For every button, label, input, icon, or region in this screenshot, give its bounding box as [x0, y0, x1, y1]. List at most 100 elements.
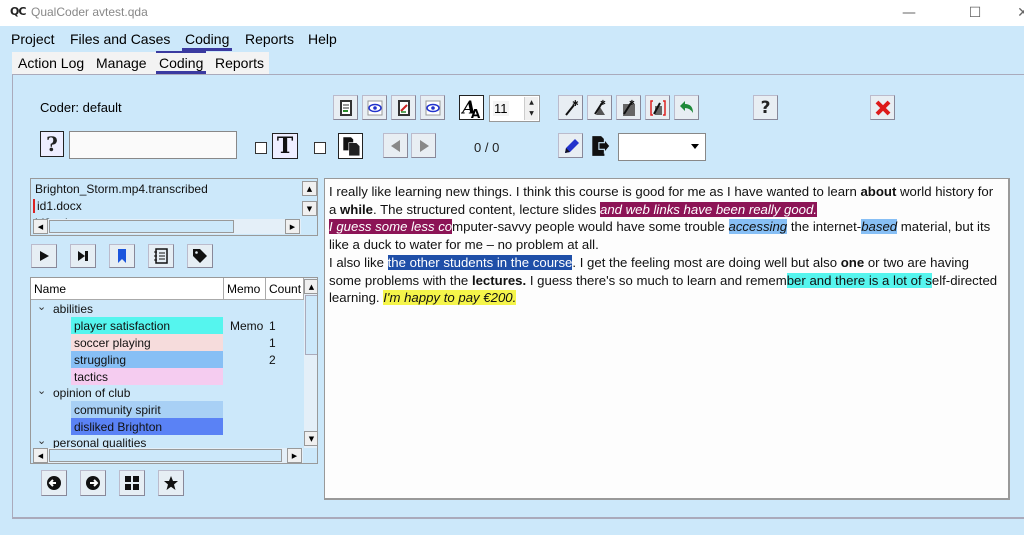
- minimize-icon: —: [902, 5, 916, 21]
- memo-edit-icon: [397, 99, 410, 116]
- chevron-down-icon[interactable]: ⌄: [37, 300, 46, 313]
- scroll-up-button[interactable]: ▲: [302, 181, 317, 196]
- maximize-button[interactable]: ☐: [952, 0, 998, 26]
- scroll-thumb[interactable]: [49, 220, 234, 233]
- scroll-thumb[interactable]: [305, 295, 317, 355]
- tree-code[interactable]: tactics: [31, 368, 304, 385]
- edit-text-button[interactable]: [558, 133, 583, 158]
- eye-view-icon: [425, 100, 440, 115]
- tag-button[interactable]: [187, 244, 213, 268]
- tree-code[interactable]: struggling 2: [31, 351, 304, 368]
- menu-project[interactable]: Project: [11, 31, 55, 47]
- window-title: QualCoder avtest.qda: [31, 5, 148, 19]
- svg-text:✱: ✱: [572, 99, 579, 108]
- chevron-down-icon[interactable]: ⌄: [37, 384, 46, 397]
- svg-text:✱: ✱: [629, 99, 635, 107]
- tree-code[interactable]: community spirit: [31, 401, 304, 418]
- column-name[interactable]: Name: [31, 278, 224, 300]
- undo-button[interactable]: [674, 95, 699, 120]
- search-input[interactable]: [69, 131, 237, 159]
- close-window-button[interactable]: ✕: [1000, 0, 1024, 26]
- coded-segment[interactable]: the other students in the course: [387, 254, 573, 270]
- undo-icon: [679, 100, 693, 113]
- wand-mark-icon: ✱: [593, 99, 606, 115]
- scroll-down-button[interactable]: ▼: [304, 431, 317, 446]
- font-size-value: 11: [493, 101, 509, 116]
- tree-code[interactable]: soccer playing 1: [31, 334, 304, 351]
- play-icon: [40, 251, 49, 261]
- file-item[interactable]: Brighton_Storm.mp4.transcribed: [35, 182, 208, 196]
- close-icon: ✕: [1017, 5, 1024, 21]
- memo-book-icon: [339, 99, 352, 116]
- horizontal-scrollbar[interactable]: ◀ ▶: [33, 219, 301, 234]
- column-memo[interactable]: Memo: [224, 278, 266, 300]
- next-match-button[interactable]: [411, 133, 436, 158]
- case-sensitive-checkbox[interactable]: [255, 142, 267, 154]
- previous-file-button[interactable]: [41, 470, 67, 496]
- memo-list-button[interactable]: [148, 244, 174, 268]
- all-files-icon: [338, 133, 363, 159]
- tab-coding[interactable]: Coding: [155, 51, 207, 74]
- scroll-up-button[interactable]: ▲: [304, 279, 317, 294]
- previous-match-button[interactable]: [383, 133, 408, 158]
- view-annotations-button[interactable]: [420, 95, 445, 120]
- tree-category[interactable]: ⌄ opinion of club: [31, 384, 304, 401]
- important-button[interactable]: [158, 470, 184, 496]
- document-text-pane[interactable]: I really like learning new things. I thi…: [324, 178, 1010, 500]
- scroll-right-button[interactable]: ▶: [285, 219, 300, 234]
- code-tree: Name Memo Count ⌄ abilities player satis…: [30, 277, 318, 464]
- svg-text:✱: ✱: [600, 99, 606, 107]
- tree-vertical-scrollbar[interactable]: ▲ ▼: [304, 278, 317, 448]
- file-item-selected[interactable]: id1.docx: [33, 199, 82, 213]
- play-button[interactable]: [31, 244, 57, 268]
- annotate-memo-button[interactable]: [333, 95, 358, 120]
- spin-arrows[interactable]: ▲ ▼: [524, 97, 538, 120]
- coder-label: Coder: default: [40, 100, 122, 115]
- tree-category[interactable]: ⌄ abilities: [31, 300, 304, 317]
- document-text[interactable]: I really like learning new things. I thi…: [329, 183, 999, 307]
- edit-memo-button[interactable]: [391, 95, 416, 120]
- chevron-down-icon[interactable]: ⌄: [37, 434, 46, 447]
- menu-files-and-cases[interactable]: Files and Cases: [70, 31, 170, 47]
- search-help-icon[interactable]: ?: [40, 131, 64, 157]
- menu-help[interactable]: Help: [308, 31, 337, 47]
- show-annotations-button[interactable]: [362, 95, 387, 120]
- menu-reports[interactable]: Reports: [245, 31, 294, 47]
- grid-view-button[interactable]: [119, 470, 145, 496]
- tree-horizontal-scrollbar[interactable]: ◀ ▶: [33, 448, 303, 463]
- code-combo-box[interactable]: [618, 133, 706, 161]
- font-size-icon: AA: [459, 95, 484, 120]
- export-icon[interactable]: [587, 133, 612, 159]
- auto-code-fill-button[interactable]: ✱: [616, 95, 641, 120]
- next-file-button[interactable]: [80, 470, 106, 496]
- bookmark-button[interactable]: [109, 244, 135, 268]
- auto-code-button[interactable]: ✱: [558, 95, 583, 120]
- tab-action-log[interactable]: Action Log: [18, 55, 84, 71]
- column-count[interactable]: Count: [266, 278, 304, 300]
- coded-segment[interactable]: accessing: [728, 219, 788, 235]
- scroll-thumb[interactable]: [49, 449, 282, 462]
- coded-segment[interactable]: and web links have been really good.: [599, 201, 817, 217]
- menu-coding[interactable]: Coding: [181, 31, 233, 51]
- scroll-left-button[interactable]: ◀: [33, 219, 48, 234]
- coded-segment[interactable]: I guess some less co: [329, 219, 453, 235]
- scroll-right-button[interactable]: ▶: [287, 448, 302, 463]
- help-button[interactable]: ?: [753, 95, 778, 120]
- minimize-button[interactable]: —: [886, 0, 932, 26]
- coded-segment[interactable]: ber and there is a lot of s: [786, 272, 932, 288]
- auto-code-mark-button[interactable]: ✱: [587, 95, 612, 120]
- tab-manage[interactable]: Manage: [96, 55, 147, 71]
- auto-code-bracket-button[interactable]: [645, 95, 670, 120]
- skip-next-button[interactable]: [70, 244, 96, 268]
- scroll-left-button[interactable]: ◀: [33, 448, 48, 463]
- font-size-spinbox[interactable]: 11 ▲ ▼: [489, 95, 540, 122]
- scroll-down-button[interactable]: ▼: [302, 201, 317, 216]
- help-icon: ?: [760, 97, 771, 118]
- all-files-checkbox[interactable]: [314, 142, 326, 154]
- coded-segment[interactable]: based: [861, 219, 898, 235]
- tree-code[interactable]: disliked Brighton: [31, 418, 304, 435]
- close-coding-button[interactable]: [870, 95, 895, 120]
- tree-code[interactable]: player satisfaction Memo 1: [31, 317, 304, 334]
- coded-segment[interactable]: I'm happy to pay €200.: [383, 290, 517, 306]
- tab-reports[interactable]: Reports: [215, 55, 264, 71]
